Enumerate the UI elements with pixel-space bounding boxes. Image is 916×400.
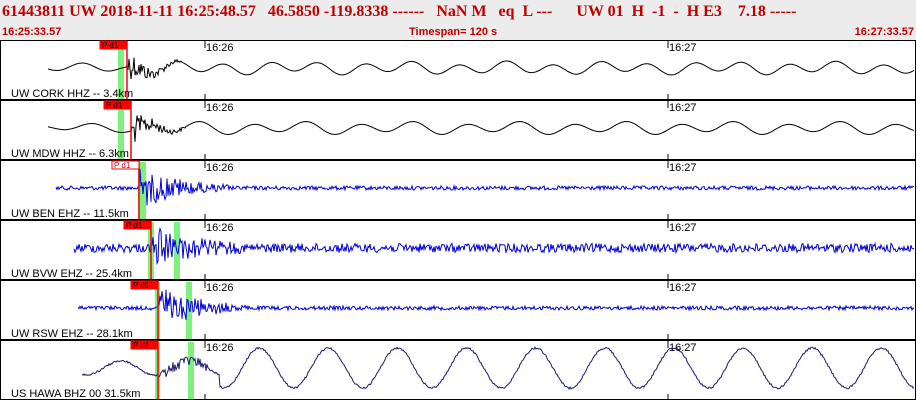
minute-label: 16:26: [206, 42, 234, 54]
minute-label: 16:26: [206, 342, 234, 354]
trace-panel: 16:26 16:27 P d1 UW CORK HHZ -- 3.4km: [0, 40, 916, 100]
waveform-trace: [47, 115, 915, 142]
minute-label: 16:26: [206, 282, 234, 294]
minute-label: 16:27: [669, 342, 697, 354]
minute-label: 16:27: [669, 162, 697, 174]
waveform-trace: [73, 226, 915, 266]
minute-label: 16:27: [669, 282, 697, 294]
trace-panel: 16:26 16:27 P d1 US HAWA BHZ 00 31.5km: [0, 340, 916, 400]
trace-panel: 16:26 16:27 P d1 UW BVW EHZ -- 25.4km: [0, 220, 916, 280]
waveform-trace: [77, 289, 915, 320]
window-end-time: 16:27:33.57: [854, 26, 914, 38]
window-start-time: 16:25:33.57: [2, 26, 62, 38]
minute-label: 16:26: [206, 102, 234, 114]
trace-panel: 16:26 16:27 P d1 UW BEN EHZ -- 11.5km: [0, 160, 916, 220]
trace-panels: 16:26 16:27P d1UW CORK HHZ -- 3.4km16:26 1…: [0, 40, 916, 400]
waveform-trace: [55, 168, 915, 206]
waveform-trace: [47, 57, 915, 80]
pick-label: P d1: [106, 101, 123, 110]
pick-label: P d1: [114, 161, 131, 170]
trace-station-label: UW BEN EHZ -- 11.5km: [11, 208, 129, 220]
trace-panel: 16:26 16:27 P d1 UW MDW HHZ -- 6.3km: [0, 100, 916, 160]
pick-label: P d1: [133, 281, 150, 290]
trace-station-label: UW CORK HHZ -- 3.4km: [11, 88, 133, 100]
minute-label: 16:26: [206, 222, 234, 234]
trace-panel: 16:26 16:27 P d1 UW RSW EHZ -- 28.1km: [0, 280, 916, 340]
trace-station-label: UW MDW HHZ -- 6.3km: [11, 148, 129, 160]
minute-label: 16:26: [206, 162, 234, 174]
seismogram-viewer: { "header": { "title": "61443811 UW 2018…: [0, 0, 916, 400]
minute-label: 16:27: [669, 102, 697, 114]
pick-label: P d1: [102, 41, 119, 50]
pick-window: [188, 342, 194, 399]
pick-label: P d1: [126, 221, 143, 230]
trace-station-label: UW BVW EHZ -- 25.4km: [11, 268, 132, 280]
minute-label: 16:27: [669, 222, 697, 234]
trace-station-label: US HAWA BHZ 00 31.5km: [11, 388, 140, 400]
trace-station-label: UW RSW EHZ -- 28.1km: [11, 328, 133, 340]
minute-label: 16:27: [669, 42, 697, 54]
event-summary: 61443811 UW 2018-11-11 16:25:48.57 46.58…: [2, 3, 797, 20]
pick-label: P d1: [133, 341, 150, 350]
timespan-label: Timespan= 120 s: [409, 26, 498, 38]
event-header: 61443811 UW 2018-11-11 16:25:48.57 46.58…: [0, 0, 916, 40]
panel-border: [0, 100, 916, 160]
